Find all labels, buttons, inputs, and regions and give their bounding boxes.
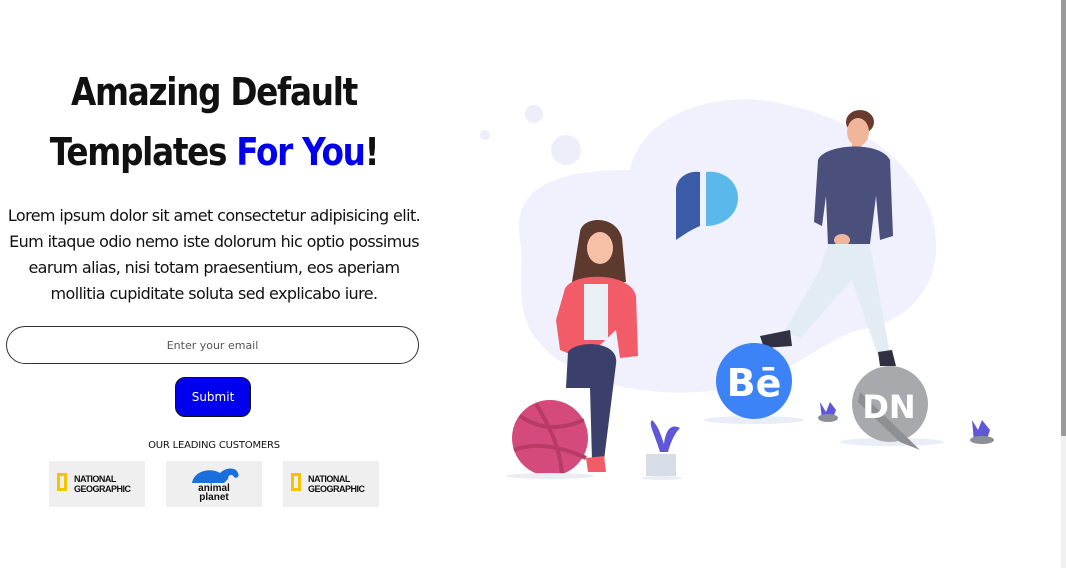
scrollbar-thumb[interactable]: [1061, 0, 1066, 436]
dn-icon: DN: [840, 366, 944, 450]
animal-planet-logo: animal planet: [166, 461, 262, 507]
bubble-dot: [551, 135, 581, 165]
submit-button[interactable]: Submit: [175, 377, 251, 417]
ng-frame-icon: [57, 473, 67, 491]
customers-label: OUR LEADING CUSTOMERS: [148, 440, 280, 451]
scrollbar-track[interactable]: [1061, 0, 1066, 568]
dn-badge-text: DN: [862, 388, 915, 426]
customer-logos: NATIONAL GEOGRAPHIC animal planet NATION…: [0, 461, 428, 507]
email-input[interactable]: [6, 326, 419, 364]
title-line1: Amazing Default: [71, 70, 358, 114]
dribbble-ball-icon: [512, 400, 588, 476]
national-geographic-logo: NATIONAL GEOGRAPHIC: [283, 461, 379, 507]
small-plant-icon: [818, 402, 838, 422]
logo-text: planet: [199, 492, 229, 503]
title-suffix: !: [364, 130, 380, 174]
bubble-dot: [480, 130, 490, 140]
logo-text: GEOGRAPHIC: [74, 484, 131, 494]
small-plant-icon: [970, 420, 994, 444]
hero-description: Lorem ipsum dolor sit amet consectetur a…: [7, 206, 421, 303]
logo-text: GEOGRAPHIC: [308, 484, 365, 494]
behance-badge-text: Bē: [727, 361, 782, 405]
hero-title: Amazing Default Templates For You!: [30, 62, 398, 182]
logo-text: NATIONAL: [308, 474, 350, 484]
plant-icon: [646, 420, 680, 476]
hero-left: Amazing Default Templates For You! Lorem…: [0, 0, 428, 568]
title-line2-prefix: Templates: [49, 130, 237, 174]
bubble-dot: [525, 105, 543, 123]
title-accent: For You: [236, 130, 366, 174]
logo-text: NATIONAL: [74, 474, 116, 484]
national-geographic-logo: NATIONAL GEOGRAPHIC: [49, 461, 145, 507]
ng-frame-icon: [291, 473, 301, 491]
hero-illustration: Bē DN: [480, 99, 994, 480]
